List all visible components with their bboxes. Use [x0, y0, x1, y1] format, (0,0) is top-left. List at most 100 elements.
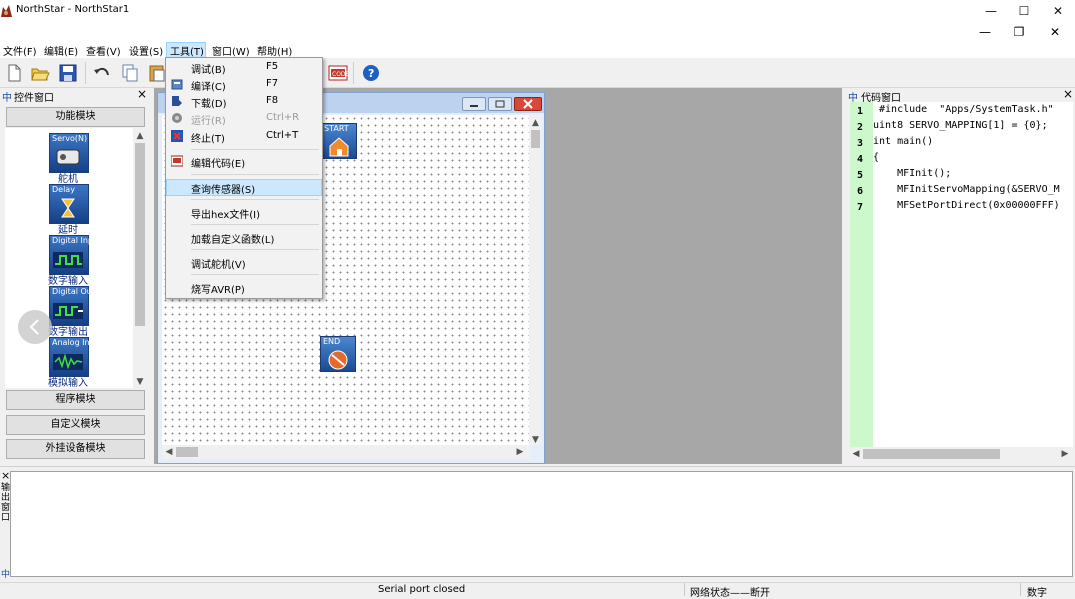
scroll-right-arrow-icon[interactable]: ▶	[515, 446, 525, 458]
minimize-button[interactable]: —	[974, 0, 1008, 22]
scrollbar-thumb[interactable]	[135, 143, 145, 326]
window-title: NorthStar - NorthStar1	[16, 4, 130, 15]
menu-settings[interactable]: 设置(S)	[129, 43, 163, 58]
menu-item-burn-avr[interactable]: 烧写AVR(P)	[166, 279, 322, 296]
menu-item-compile[interactable]: 编译(C) F7	[166, 76, 322, 93]
maximize-button[interactable]: ☐	[1007, 0, 1041, 22]
scroll-up-arrow-icon[interactable]: ▲	[529, 117, 542, 129]
code-editor[interactable]	[850, 102, 1073, 447]
scroll-left-arrow-icon[interactable]: ◀	[851, 448, 861, 460]
digital-input-module[interactable]: Digital Input	[49, 235, 101, 275]
child-minimize-button[interactable]	[462, 97, 486, 111]
function-modules-button[interactable]: 功能模块	[6, 107, 145, 127]
child-close-button[interactable]	[514, 97, 542, 111]
menu-edit[interactable]: 编辑(E)	[44, 43, 78, 58]
menu-item-load-custom-function[interactable]: 加载自定义函数(L)	[166, 229, 322, 246]
output-close-icon[interactable]: ×	[1, 470, 10, 481]
line-number: 3	[856, 138, 864, 149]
menu-help[interactable]: 帮助(H)	[257, 43, 292, 58]
digital-input-icon: Digital Input	[49, 235, 101, 275]
custom-modules-button[interactable]: 自定义模块	[6, 415, 145, 435]
scroll-left-overlay-button[interactable]	[18, 310, 52, 344]
code-line: int main()	[873, 136, 934, 147]
toolbar-separator	[85, 62, 86, 84]
mdi-restore-button[interactable]: ❐	[1002, 24, 1036, 40]
help-icon[interactable]: ?	[360, 62, 382, 84]
menu-item-query-sensor[interactable]: 查询传感器(S)	[166, 179, 322, 196]
menu-separator	[191, 249, 319, 250]
control-panel-title: 控件窗口	[14, 93, 54, 104]
analog-input-module[interactable]: Analog Input	[49, 337, 103, 377]
scrollbar-thumb[interactable]	[531, 130, 540, 148]
line-number: 2	[856, 122, 864, 133]
scroll-left-arrow-icon[interactable]: ◀	[164, 446, 174, 458]
child-restore-button[interactable]	[488, 97, 512, 111]
scroll-right-arrow-icon[interactable]: ▶	[1060, 448, 1070, 460]
module-label: 延时	[58, 225, 78, 236]
menu-item-download[interactable]: 下载(D) F8	[166, 93, 322, 110]
pin-icon[interactable]: 中	[848, 89, 858, 104]
module-label: 模拟输入	[48, 378, 88, 389]
menu-item-export-hex[interactable]: 导出hex文件(I)	[166, 204, 322, 221]
end-block[interactable]: END	[320, 336, 356, 372]
code-view-icon[interactable]: CODE	[327, 62, 350, 84]
serial-status: Serial port closed	[378, 584, 466, 595]
scrollbar-thumb[interactable]	[176, 447, 198, 457]
svg-text:CODE: CODE	[332, 71, 349, 78]
program-modules-button[interactable]: 程序模块	[6, 390, 145, 410]
svg-text:?: ?	[368, 67, 374, 80]
servo-module[interactable]: Servo(N)	[49, 133, 89, 173]
menu-item-debug[interactable]: 调试(B) F5	[166, 59, 322, 76]
close-button[interactable]: ✕	[1041, 0, 1075, 22]
start-block[interactable]: START	[321, 123, 357, 159]
code-line: uint8 SERVO_MAPPING[1] = {0};	[873, 120, 1048, 131]
menu-item-debug-servo[interactable]: 调试舵机(V)	[166, 254, 322, 271]
run-icon	[171, 112, 183, 124]
line-number: 7	[856, 202, 864, 213]
line-number: 6	[856, 186, 864, 197]
control-panel-close-icon[interactable]: ×	[137, 88, 147, 102]
menu-view[interactable]: 查看(V)	[86, 43, 121, 58]
status-bar	[0, 582, 1075, 597]
copy-icon[interactable]	[119, 62, 141, 84]
open-folder-icon[interactable]	[29, 62, 51, 84]
code-panel-close-icon[interactable]: ×	[1063, 88, 1073, 102]
mdi-minimize-button[interactable]: —	[968, 24, 1002, 40]
new-file-icon[interactable]	[3, 62, 25, 84]
status-divider	[1020, 583, 1021, 596]
menu-separator	[191, 199, 319, 200]
terminate-icon	[171, 130, 183, 142]
external-device-modules-button[interactable]: 外挂设备模块	[6, 439, 145, 459]
undo-icon[interactable]	[91, 62, 113, 84]
scroll-down-arrow-icon[interactable]: ▼	[529, 434, 542, 446]
canvas-horizontal-scrollbar[interactable]	[162, 445, 530, 459]
line-number: 5	[856, 170, 864, 181]
save-icon[interactable]	[57, 62, 79, 84]
edit-code-icon	[170, 155, 184, 167]
app-logo-icon	[0, 4, 13, 18]
canvas-vertical-scrollbar[interactable]	[529, 115, 542, 445]
menu-separator	[191, 224, 319, 225]
menu-item-terminate[interactable]: 终止(T) Ctrl+T	[166, 128, 322, 145]
code-line: MFInitServoMapping(&SERVO_M	[873, 184, 1060, 195]
code-line: #include "Apps/SystemTask.h"	[873, 104, 1054, 115]
line-number: 4	[856, 154, 864, 165]
menu-file[interactable]: 文件(F)	[3, 43, 37, 58]
toolbar-separator	[353, 62, 354, 84]
menu-window[interactable]: 窗口(W)	[212, 43, 250, 58]
scrollbar-thumb[interactable]	[863, 449, 1000, 459]
pin-icon[interactable]: 中	[1, 567, 10, 580]
menu-item-edit-code[interactable]: 编辑代码(E)	[166, 153, 322, 170]
menu-tools[interactable]: 工具(T)	[170, 43, 204, 58]
status-divider	[684, 583, 685, 596]
download-icon	[171, 95, 183, 107]
menu-separator	[191, 174, 319, 175]
digital-output-module[interactable]: Digital Output	[49, 286, 108, 326]
output-text-area[interactable]	[10, 471, 1073, 577]
pin-icon[interactable]: 中	[2, 89, 12, 104]
mdi-close-button[interactable]: ✕	[1038, 24, 1072, 40]
scroll-down-arrow-icon[interactable]: ▼	[133, 376, 147, 388]
code-line: MFSetPortDirect(0x00000FFF)	[873, 200, 1060, 211]
delay-module[interactable]: Delay	[49, 184, 89, 224]
scroll-up-arrow-icon[interactable]: ▲	[133, 130, 147, 142]
